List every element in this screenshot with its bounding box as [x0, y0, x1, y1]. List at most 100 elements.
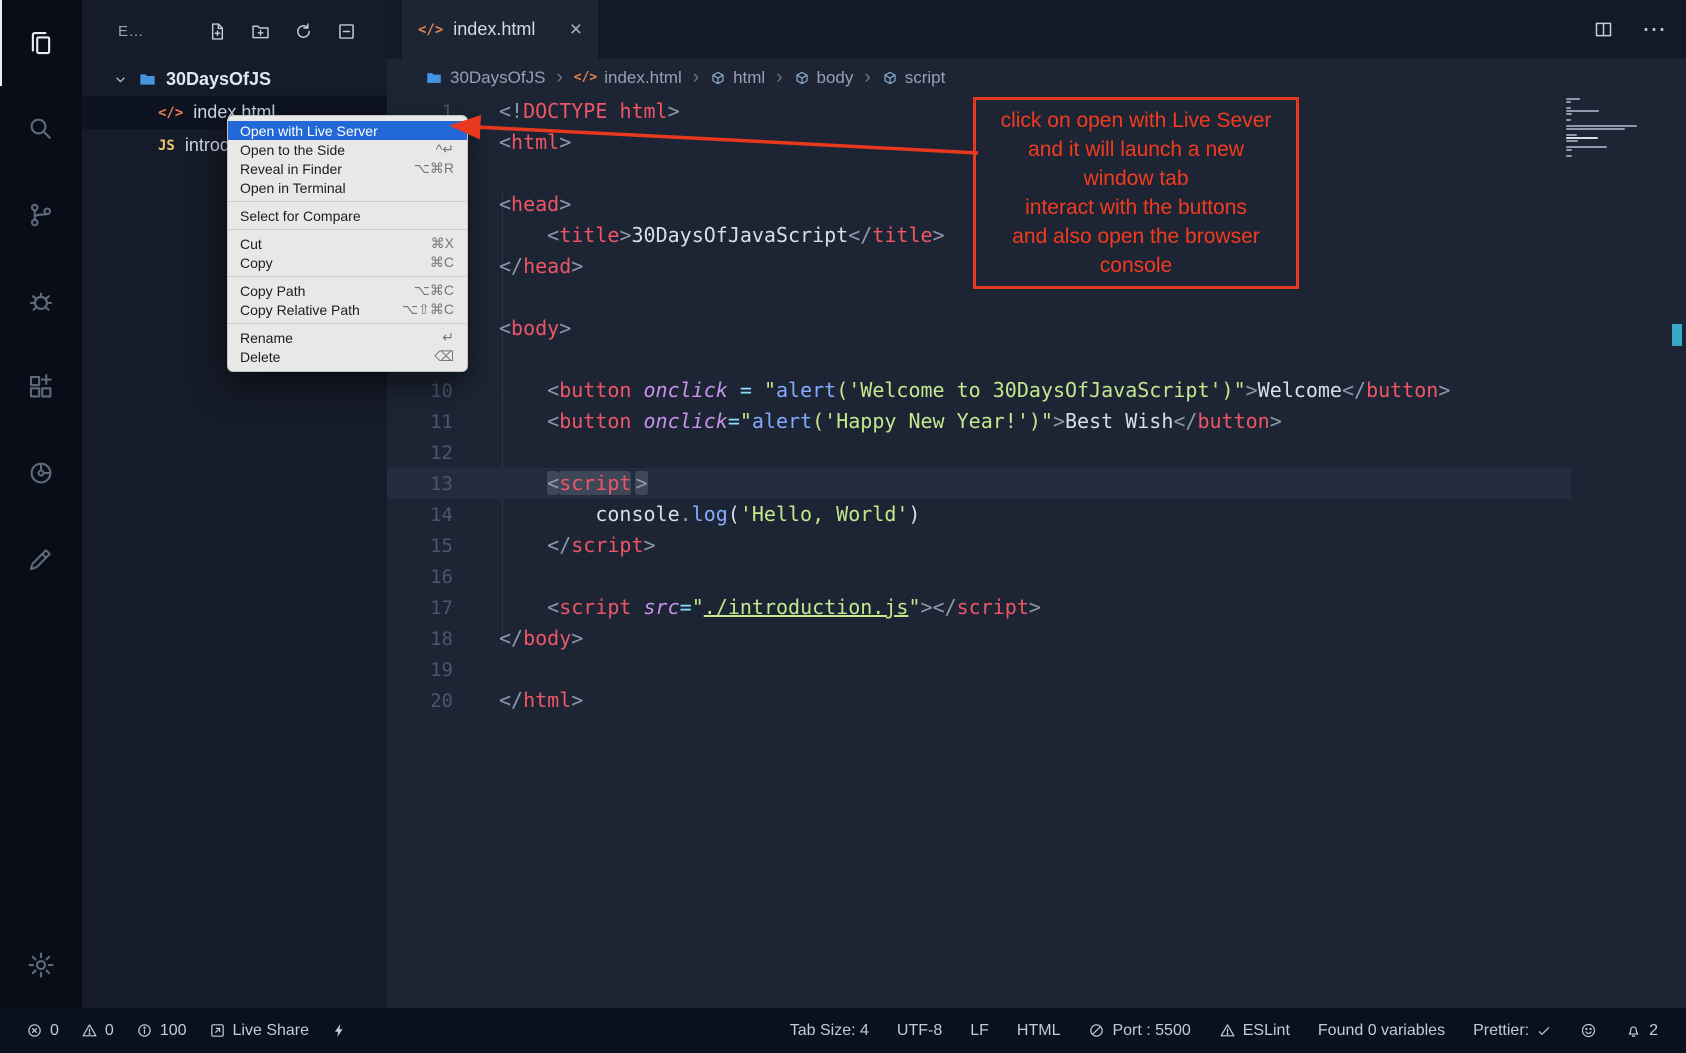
code-line-10[interactable]: 10 <button onclick = "alert('Welcome to …	[387, 375, 1571, 406]
chevron-down-icon	[112, 71, 129, 88]
menu-separator	[228, 201, 467, 202]
line-number: 20	[387, 686, 453, 717]
breadcrumb-30DaysOfJS[interactable]: 30DaysOfJS	[425, 68, 545, 88]
status-encoding[interactable]: UTF-8	[897, 1022, 942, 1040]
breadcrumb: 30DaysOfJS›</>index.html›html›body›scrip…	[387, 59, 1686, 96]
new-folder-icon[interactable]	[250, 21, 271, 42]
status-lightning[interactable]	[331, 1022, 348, 1039]
status-prettier[interactable]: Prettier:	[1473, 1022, 1552, 1040]
annotation-text: and it will launch a new	[978, 135, 1294, 164]
breadcrumb-script[interactable]: script	[882, 68, 946, 88]
bell-icon	[1625, 1022, 1642, 1039]
code-line-13[interactable]: 13 <script>	[387, 468, 1571, 499]
menu-separator	[228, 323, 467, 324]
overview-ruler-marker	[1672, 324, 1682, 346]
status-eol[interactable]: LF	[970, 1022, 989, 1040]
settings-gear-icon[interactable]	[0, 934, 82, 996]
status-port[interactable]: Port : 5500	[1088, 1022, 1190, 1040]
explorer-icon[interactable]	[0, 0, 82, 86]
line-number: 12	[387, 438, 453, 469]
breadcrumb-chevron-icon: ›	[693, 67, 699, 89]
code-line-9[interactable]: 9	[387, 344, 1571, 375]
breadcrumb-chevron-icon: ›	[864, 67, 870, 89]
project-folder-icon	[138, 70, 157, 89]
annotation-text: console	[978, 251, 1294, 280]
status-feedback-smiley[interactable]	[1580, 1022, 1597, 1039]
status-tab-size[interactable]: Tab Size: 4	[790, 1022, 869, 1040]
html-file-icon: </>	[418, 22, 443, 38]
line-number: 19	[387, 655, 453, 686]
refresh-icon[interactable]	[293, 21, 314, 42]
code-line-8[interactable]: 8<body>	[387, 313, 1571, 344]
new-file-icon[interactable]	[207, 21, 228, 42]
share-icon	[209, 1022, 226, 1039]
feedback-pen-icon[interactable]	[0, 516, 82, 602]
more-actions-icon[interactable]: ⋯	[1642, 18, 1666, 42]
source-control-icon[interactable]	[0, 172, 82, 258]
folder-icon	[425, 69, 443, 87]
slash-icon	[1088, 1022, 1105, 1039]
menu-item-open-with-live-server[interactable]: Open with Live Server	[228, 121, 467, 140]
annotation-text: and also open the browser	[978, 222, 1294, 251]
status-warnings[interactable]: 0	[81, 1022, 114, 1040]
extensions-icon[interactable]	[0, 344, 82, 430]
code-line-14[interactable]: 14 console.log('Hello, World')	[387, 499, 1571, 530]
warn-icon	[81, 1022, 98, 1039]
annotation-text: window tab	[978, 164, 1294, 193]
status-language-mode[interactable]: HTML	[1017, 1022, 1061, 1040]
line-number: 11	[387, 407, 453, 438]
breadcrumb-index.html[interactable]: </>index.html	[574, 68, 682, 88]
menu-item-copy-path[interactable]: Copy Path⌥⌘C	[228, 281, 467, 300]
cube-icon	[882, 70, 898, 86]
menu-item-open-in-terminal[interactable]: Open in Terminal	[228, 178, 467, 197]
status-bar: 0 0 100 Live Share Tab Size: 4 UTF-8 LF HTML Po…	[0, 1008, 1686, 1053]
breadcrumb-body[interactable]: body	[794, 68, 854, 88]
status-eslint[interactable]: ESLint	[1219, 1022, 1290, 1040]
menu-item-open-to-the-side[interactable]: Open to the Side^↵	[228, 140, 467, 159]
search-icon[interactable]	[0, 86, 82, 172]
menu-item-select-for-compare[interactable]: Select for Compare	[228, 206, 467, 225]
tab-index-html[interactable]: </> index.html ×	[402, 0, 598, 59]
code-line-19[interactable]: 19	[387, 654, 1571, 685]
code-line-11[interactable]: 11 <button onclick="alert('Happy New Yea…	[387, 406, 1571, 437]
status-live-share[interactable]: Live Share	[209, 1022, 310, 1040]
folder-name: 30DaysOfJS	[166, 69, 271, 90]
menu-item-copy-relative-path[interactable]: Copy Relative Path⌥⇧⌘C	[228, 300, 467, 319]
explorer-header: E…	[82, 0, 387, 62]
menu-item-reveal-in-finder[interactable]: Reveal in Finder⌥⌘R	[228, 159, 467, 178]
run-debug-icon[interactable]	[0, 258, 82, 344]
code-line-18[interactable]: 18</body>	[387, 623, 1571, 654]
editor-actions: ⋯	[1593, 0, 1666, 59]
menu-item-delete[interactable]: Delete⌫	[228, 347, 467, 366]
status-infos[interactable]: 100	[136, 1022, 187, 1040]
tab-bar: </> index.html × ⋯	[387, 0, 1686, 59]
tree-folder-30daysofjs[interactable]: 30DaysOfJS	[82, 62, 387, 96]
annotation-text: click on open with Live Sever	[978, 106, 1294, 135]
annotation-text: interact with the buttons	[978, 193, 1294, 222]
status-variables[interactable]: Found 0 variables	[1318, 1022, 1445, 1040]
check-icon	[1536, 1023, 1552, 1039]
menu-item-rename[interactable]: Rename↵	[228, 328, 467, 347]
annotation-box: click on open with Live Severand it will…	[973, 97, 1299, 289]
menu-item-copy[interactable]: Copy⌘C	[228, 253, 467, 272]
live-share-icon[interactable]	[0, 430, 82, 516]
status-notifications[interactable]: 2	[1625, 1022, 1658, 1040]
minimap[interactable]	[1566, 98, 1662, 158]
menu-item-cut[interactable]: Cut⌘X	[228, 234, 467, 253]
breadcrumb-html[interactable]: html	[710, 68, 765, 88]
code-line-20[interactable]: 20</html>	[387, 685, 1571, 716]
cube-icon	[794, 70, 810, 86]
code-line-17[interactable]: 17 <script src="./introduction.js"></scr…	[387, 592, 1571, 623]
breadcrumb-chevron-icon: ›	[556, 67, 562, 89]
code-line-16[interactable]: 16	[387, 561, 1571, 592]
code-line-15[interactable]: 15 </script>	[387, 530, 1571, 561]
split-editor-icon[interactable]	[1593, 19, 1614, 40]
line-number: 10	[387, 376, 453, 407]
code-line-12[interactable]: 12	[387, 437, 1571, 468]
menu-separator	[228, 229, 467, 230]
close-tab-icon[interactable]: ×	[570, 18, 582, 42]
activity-bar	[0, 0, 82, 1008]
status-errors[interactable]: 0	[26, 1022, 59, 1040]
collapse-all-icon[interactable]	[336, 21, 357, 42]
menu-separator	[228, 276, 467, 277]
